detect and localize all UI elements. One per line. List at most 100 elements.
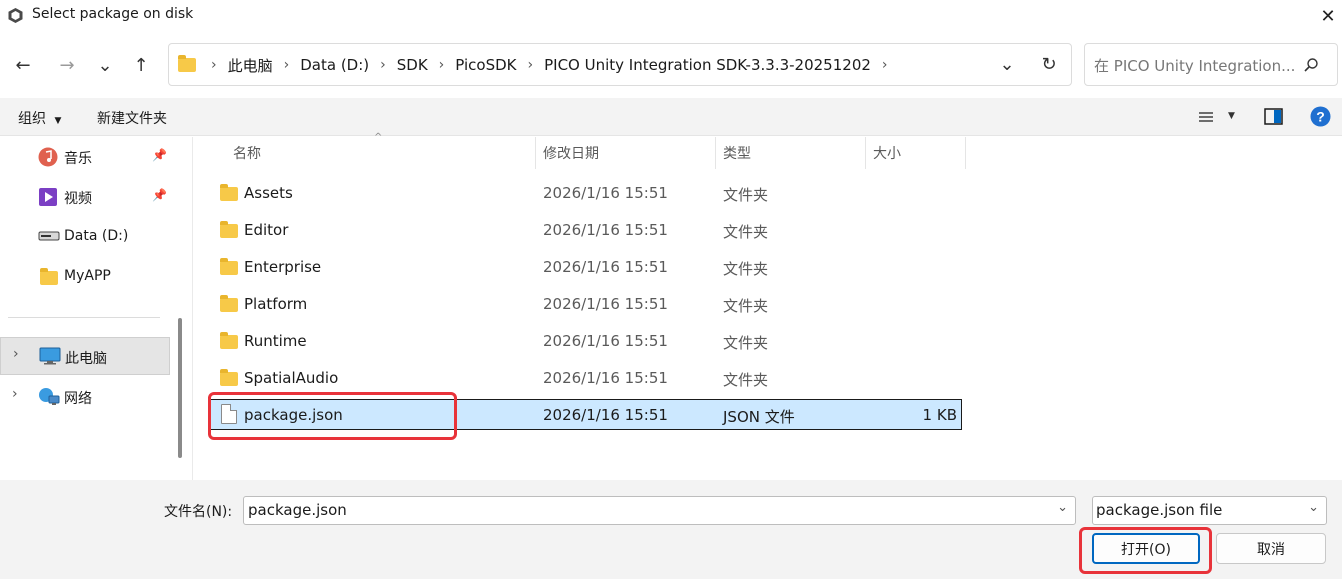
column-header-name[interactable]: 名称 — [233, 137, 261, 169]
file-name: Enterprise — [244, 258, 322, 276]
column-header-size[interactable]: 大小 — [873, 137, 901, 169]
organize-button[interactable]: 组织 ▼ — [18, 108, 61, 128]
music-icon — [38, 147, 58, 167]
breadcrumb: › 此电脑 › Data (D:) › SDK › PicoSDK › PICO… — [178, 53, 899, 77]
highlight-box — [1079, 527, 1212, 574]
file-type: 文件夹 — [723, 371, 769, 389]
breadcrumb-item[interactable]: PicoSDK — [455, 56, 516, 74]
sidebar-item-myapp[interactable]: MyAPP — [0, 258, 170, 296]
column-header-date[interactable]: 修改日期 — [543, 137, 599, 169]
table-row[interactable]: Platform 2026/1/16 15:51 文件夹 — [210, 286, 962, 323]
filename-value: package.json — [248, 501, 347, 519]
command-bar — [0, 98, 1342, 136]
folder-icon — [40, 268, 58, 285]
sidebar-item-music[interactable]: 音乐 📌 — [0, 138, 170, 176]
search-placeholder: 在 PICO Unity Integration... — [1094, 57, 1296, 75]
breadcrumb-item[interactable]: SDK — [397, 56, 428, 74]
preview-pane-icon[interactable] — [1264, 108, 1283, 125]
address-dropdown-icon[interactable]: ⌄ — [992, 49, 1022, 79]
chevron-right-icon[interactable]: › — [439, 57, 445, 73]
folder-icon — [220, 221, 238, 238]
search-icon[interactable] — [1303, 57, 1319, 73]
sidebar-item-label: 视频 — [64, 191, 92, 207]
sidebar-item-this-pc[interactable]: › 此电脑 — [0, 337, 170, 375]
window-title: Select package on disk — [32, 6, 194, 22]
network-icon — [39, 388, 60, 405]
cancel-button[interactable]: 取消 — [1216, 533, 1326, 564]
filename-field[interactable]: package.json ⌄ — [243, 496, 1076, 525]
sidebar-item-network[interactable]: › 网络 — [0, 378, 170, 416]
table-row[interactable]: Runtime 2026/1/16 15:51 文件夹 — [210, 323, 962, 360]
folder-icon — [220, 295, 238, 312]
file-date: 2026/1/16 15:51 — [543, 369, 668, 387]
sidebar-item-label: 网络 — [64, 391, 92, 407]
file-type: 文件夹 — [723, 297, 769, 315]
unity-app-icon — [8, 8, 23, 23]
column-divider[interactable] — [715, 137, 716, 169]
forward-icon[interactable]: → — [52, 50, 82, 80]
chevron-right-icon[interactable]: › — [12, 386, 18, 402]
file-name: Editor — [244, 221, 289, 239]
file-date: 2026/1/16 15:51 — [543, 332, 668, 350]
file-name: Assets — [244, 184, 293, 202]
file-name: Runtime — [244, 332, 307, 350]
file-type: JSON 文件 — [723, 408, 795, 426]
file-type-value: package.json file — [1096, 501, 1223, 519]
sort-ascending-icon: ^ — [374, 132, 383, 143]
sidebar-item-label: 音乐 — [64, 151, 92, 167]
video-icon — [39, 188, 57, 206]
file-name: Platform — [244, 295, 308, 313]
breadcrumb-item[interactable]: PICO Unity Integration SDK-3.3.3-2025120… — [544, 56, 871, 74]
help-icon[interactable]: ? — [1310, 106, 1331, 127]
chevron-down-icon[interactable]: ⌄ — [1308, 500, 1319, 515]
title-bar — [0, 0, 1342, 32]
folder-icon — [220, 369, 238, 386]
chevron-right-icon[interactable]: › — [528, 57, 534, 73]
sidebar-item-data-drive[interactable]: Data (D:) — [0, 218, 170, 256]
pin-icon[interactable]: 📌 — [152, 148, 167, 162]
close-icon[interactable]: ✕ — [1316, 4, 1340, 28]
chevron-right-icon[interactable]: › — [211, 57, 217, 73]
sidebar-item-label: Data (D:) — [64, 228, 129, 244]
file-type: 文件夹 — [723, 186, 769, 204]
caret-down-icon: ▼ — [54, 116, 62, 126]
column-header-type[interactable]: 类型 — [723, 137, 751, 169]
file-date: 2026/1/16 15:51 — [543, 295, 668, 313]
folder-icon — [220, 184, 238, 201]
svg-text:?: ? — [1316, 109, 1325, 125]
computer-icon — [39, 347, 61, 365]
file-type-select[interactable]: package.json file ⌄ — [1092, 496, 1327, 525]
back-icon[interactable]: ← — [8, 50, 38, 80]
chevron-down-icon[interactable]: ⌄ — [1057, 500, 1068, 515]
refresh-icon[interactable]: ↻ — [1034, 49, 1064, 79]
breadcrumb-item[interactable]: 此电脑 — [228, 55, 273, 76]
view-options-icon[interactable] — [1198, 110, 1214, 124]
new-folder-button[interactable]: 新建文件夹 — [97, 108, 167, 128]
chevron-right-icon[interactable]: › — [13, 346, 19, 362]
file-date: 2026/1/16 15:51 — [543, 406, 668, 424]
folder-icon — [178, 55, 196, 72]
file-type: 文件夹 — [723, 260, 769, 278]
folder-icon — [220, 258, 238, 275]
sidebar-item-label: 此电脑 — [65, 351, 107, 367]
organize-label: 组织 — [18, 111, 46, 127]
column-divider[interactable] — [535, 137, 536, 169]
table-row[interactable]: Editor 2026/1/16 15:51 文件夹 — [210, 212, 962, 249]
chevron-right-icon[interactable]: › — [882, 57, 888, 73]
folder-icon — [220, 332, 238, 349]
table-row[interactable]: Assets 2026/1/16 15:51 文件夹 — [210, 175, 962, 212]
sidebar-item-videos[interactable]: 视频 📌 — [0, 178, 170, 216]
column-divider[interactable] — [965, 137, 966, 169]
caret-down-icon[interactable]: ▼ — [1228, 111, 1235, 121]
file-date: 2026/1/16 15:51 — [543, 221, 668, 239]
up-icon[interactable]: ↑ — [126, 50, 156, 80]
chevron-right-icon[interactable]: › — [284, 57, 290, 73]
breadcrumb-item[interactable]: Data (D:) — [300, 56, 369, 74]
chevron-right-icon[interactable]: › — [380, 57, 386, 73]
column-divider[interactable] — [865, 137, 866, 169]
filename-label: 文件名(N): — [164, 504, 233, 520]
recent-locations-icon[interactable]: ⌄ — [90, 50, 120, 80]
pin-icon[interactable]: 📌 — [152, 188, 167, 202]
sidebar-scrollbar[interactable] — [178, 318, 182, 458]
table-row[interactable]: Enterprise 2026/1/16 15:51 文件夹 — [210, 249, 962, 286]
